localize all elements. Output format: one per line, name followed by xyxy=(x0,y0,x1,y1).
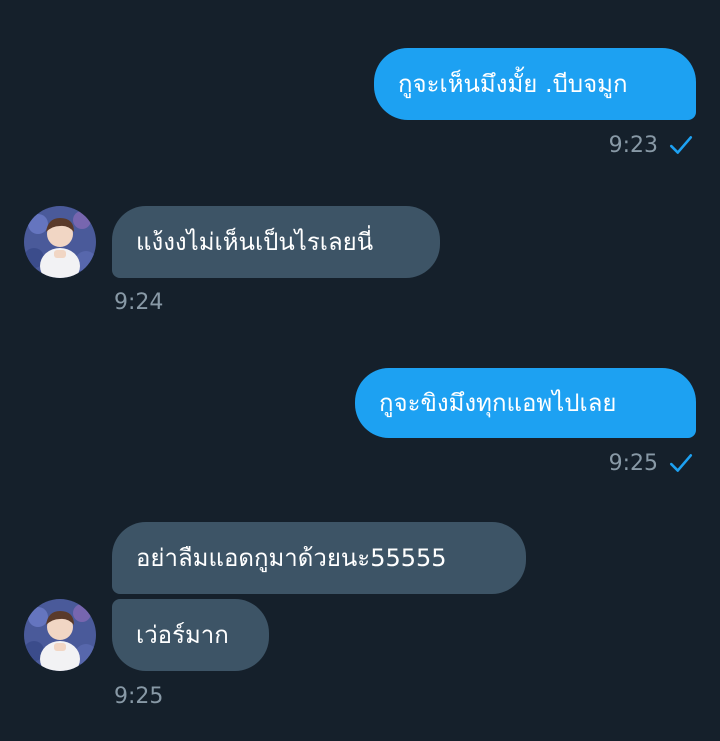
message-meta: 9:23 xyxy=(609,132,694,158)
message-time: 9:25 xyxy=(114,684,164,709)
message-text: อย่าลืมแอดกูมาด้วยนะ55555 xyxy=(136,544,447,572)
message-bubble-incoming[interactable]: แง้งงไม่เห็นเป็นไรเลยนี่ xyxy=(112,206,440,278)
message-time: 9:25 xyxy=(608,450,658,476)
message-bubble-outgoing[interactable]: กูจะขิงมึงทุกแอพไปเลย xyxy=(355,368,696,438)
check-icon xyxy=(669,136,693,154)
message-meta: 9:25 xyxy=(609,450,694,476)
message-bubble-outgoing[interactable]: กูจะเห็นมึงมั้ย .บีบจมูก xyxy=(374,48,696,120)
user-avatar[interactable] xyxy=(24,206,96,278)
message-bubble-incoming[interactable]: เว่อร์มาก xyxy=(112,599,269,671)
message-text: แง้งงไม่เห็นเป็นไรเลยนี่ xyxy=(136,228,374,256)
avatar-image xyxy=(24,599,96,671)
message-bubble-incoming[interactable]: อย่าลืมแอดกูมาด้วยนะ55555 xyxy=(112,522,526,594)
message-text: เว่อร์มาก xyxy=(136,621,229,649)
message-time: 9:24 xyxy=(114,290,164,315)
check-icon xyxy=(669,454,693,472)
chat-thread: กูจะเห็นมึงมั้ย .บีบจมูก 9:23 แง้งงไม่เห… xyxy=(0,0,720,741)
user-avatar[interactable] xyxy=(24,599,96,671)
message-time: 9:23 xyxy=(608,132,658,158)
message-text: กูจะเห็นมึงมั้ย .บีบจมูก xyxy=(398,70,628,98)
message-text: กูจะขิงมึงทุกแอพไปเลย xyxy=(379,389,617,417)
avatar-image xyxy=(24,206,96,278)
message-meta: 9:24 xyxy=(114,290,163,315)
message-meta: 9:25 xyxy=(114,684,163,709)
